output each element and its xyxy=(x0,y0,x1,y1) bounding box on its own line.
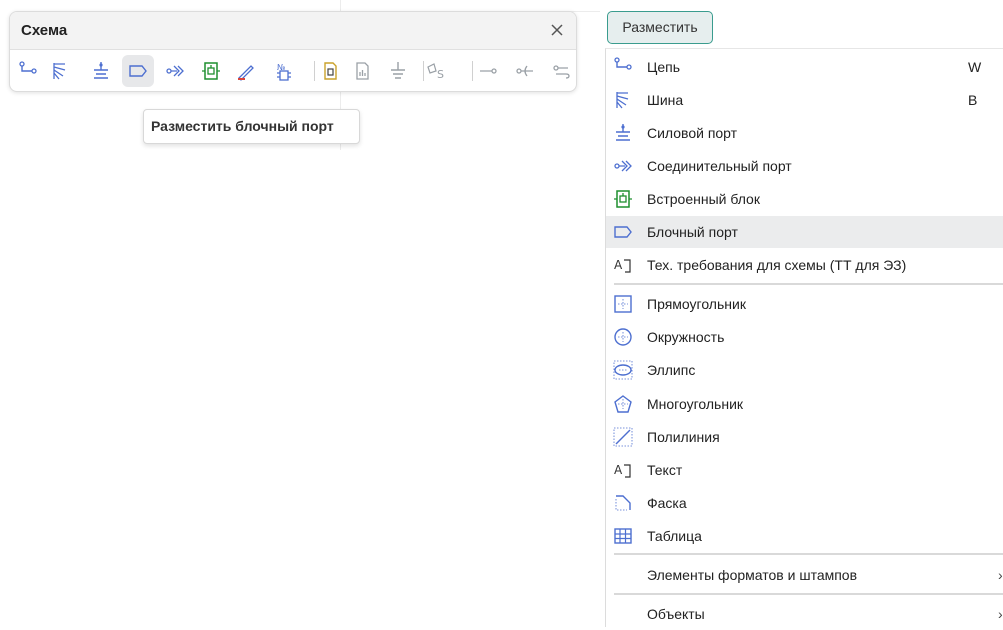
connector-port-icon xyxy=(613,156,633,176)
menu-item[interactable]: Объекты › xyxy=(606,598,1003,630)
tool-button-document[interactable] xyxy=(314,55,346,87)
report-icon xyxy=(352,61,372,81)
menu-item-label: Силовой порт xyxy=(647,125,738,141)
tool-button-technical-spec[interactable]: S xyxy=(420,55,452,87)
tool-button-block-port[interactable] xyxy=(122,55,154,87)
tool-button-numbering[interactable]: № xyxy=(268,55,300,87)
polyline-icon xyxy=(613,427,633,447)
menu-separator xyxy=(614,283,1003,285)
tooltip: Разместить блочный порт xyxy=(143,109,360,144)
tool-button-line-loop[interactable] xyxy=(546,55,576,87)
tool-button-bus[interactable] xyxy=(44,55,76,87)
tool-button-ground[interactable] xyxy=(382,55,414,87)
place-menu: Цепь W Шина B Силовой порт Соединительный пор… xyxy=(605,48,1003,627)
schema-toolbar-panel: Схема № S xyxy=(9,11,577,92)
menu-item[interactable]: Силовой порт xyxy=(606,117,1003,149)
menu-item-label: Цепь xyxy=(647,59,681,75)
menu-item-label: Элементы форматов и штампов xyxy=(647,567,858,583)
submenu-arrow-icon: › xyxy=(998,567,1003,583)
menu-item-label: Фаска xyxy=(647,495,687,511)
polygon-icon xyxy=(613,394,633,414)
menu-item[interactable]: Элементы форматов и штампов › xyxy=(606,559,1003,591)
svg-text:A: A xyxy=(614,463,623,477)
menu-item[interactable]: Эллипс xyxy=(606,354,1003,386)
menu-item-label: Шина xyxy=(647,92,684,108)
document-icon xyxy=(320,61,340,81)
embedded-block-icon xyxy=(201,61,221,81)
pen-icon xyxy=(236,61,256,81)
embedded-block-icon xyxy=(613,189,633,209)
line-loop-icon xyxy=(552,61,572,81)
bus-icon xyxy=(613,90,633,110)
power-port-icon xyxy=(613,123,633,143)
line-fork-icon xyxy=(515,61,535,81)
rectangle-icon xyxy=(613,294,633,314)
power-port-icon xyxy=(91,61,111,81)
ground-icon xyxy=(388,61,408,81)
circuit-icon xyxy=(18,61,38,81)
menu-item[interactable]: Соединительный порт xyxy=(606,150,1003,182)
menu-item[interactable]: Шина B xyxy=(606,84,1003,116)
ellipse-icon xyxy=(613,360,633,380)
menu-item[interactable]: Окружность xyxy=(606,321,1003,353)
menu-item-label: Встроенный блок xyxy=(647,191,760,207)
connector-port-icon xyxy=(165,61,185,81)
chamfer-icon xyxy=(613,493,633,513)
menu-item-label: Прямоугольник xyxy=(647,296,746,312)
menu-item[interactable]: A Тех. требования для схемы (ТТ для ЭЗ) xyxy=(606,249,1003,281)
bus-icon xyxy=(50,61,70,81)
menu-item[interactable]: Полилиния xyxy=(606,421,1003,453)
menu-item-label: Таблица xyxy=(647,528,702,544)
toolbar-buttons: № S xyxy=(18,55,576,87)
menu-item-label: Тех. требования для схемы (ТТ для ЭЗ) xyxy=(647,257,907,273)
svg-text:S: S xyxy=(437,68,444,81)
menu-item[interactable]: A Текст xyxy=(606,454,1003,486)
menu-item-label: Блочный порт xyxy=(647,224,738,240)
close-icon xyxy=(550,23,564,37)
menu-item-label: Объекты xyxy=(647,606,705,622)
tool-button-connector-port[interactable] xyxy=(159,55,191,87)
text-frame-icon: A xyxy=(613,460,633,480)
tool-button-line-fork[interactable] xyxy=(509,55,541,87)
menu-separator xyxy=(614,553,1003,555)
line-end-icon xyxy=(478,61,498,81)
tool-button-circuit[interactable] xyxy=(12,55,44,87)
panel-header: Схема xyxy=(10,12,576,50)
block-port-icon xyxy=(128,61,148,81)
menu-item-label: Полилиния xyxy=(647,429,720,445)
menu-item[interactable]: Многоугольник xyxy=(606,388,1003,420)
menu-item[interactable]: Таблица xyxy=(606,520,1003,552)
block-port-icon xyxy=(613,222,633,242)
tool-button-power-port[interactable] xyxy=(85,55,117,87)
menu-item[interactable]: Цепь W xyxy=(606,51,1003,83)
menu-item-label: Многоугольник xyxy=(647,396,744,412)
svg-text:A: A xyxy=(614,258,623,272)
menu-item[interactable]: Фаска xyxy=(606,487,1003,519)
menu-item[interactable]: Встроенный блок xyxy=(606,183,1003,215)
tool-button-pen[interactable] xyxy=(230,55,262,87)
place-button[interactable]: Разместить xyxy=(607,11,713,44)
menu-item-label: Соединительный порт xyxy=(647,158,792,174)
submenu-arrow-icon: › xyxy=(998,606,1003,622)
panel-title: Схема xyxy=(21,22,68,39)
circle-icon xyxy=(613,327,633,347)
table-icon xyxy=(613,526,633,546)
tool-button-report[interactable] xyxy=(346,55,378,87)
menu-item-label: Текст xyxy=(647,462,683,478)
circuit-icon xyxy=(613,57,633,77)
numbering-icon: № xyxy=(274,61,294,81)
menu-item-label: Эллипс xyxy=(647,362,696,378)
menu-item-shortcut: W xyxy=(968,59,982,75)
close-button[interactable] xyxy=(546,19,568,41)
menu-item[interactable]: Блочный порт xyxy=(606,216,1003,248)
tool-button-embedded-block[interactable] xyxy=(195,55,227,87)
tool-button-line-end[interactable] xyxy=(472,55,504,87)
text-frame-icon: A xyxy=(613,255,633,275)
menu-separator xyxy=(614,593,1003,595)
menu-item-shortcut: B xyxy=(968,92,978,108)
menu-item-label: Окружность xyxy=(647,329,725,345)
menu-item[interactable]: Прямоугольник xyxy=(606,288,1003,320)
technical-spec-icon: S xyxy=(426,61,446,81)
